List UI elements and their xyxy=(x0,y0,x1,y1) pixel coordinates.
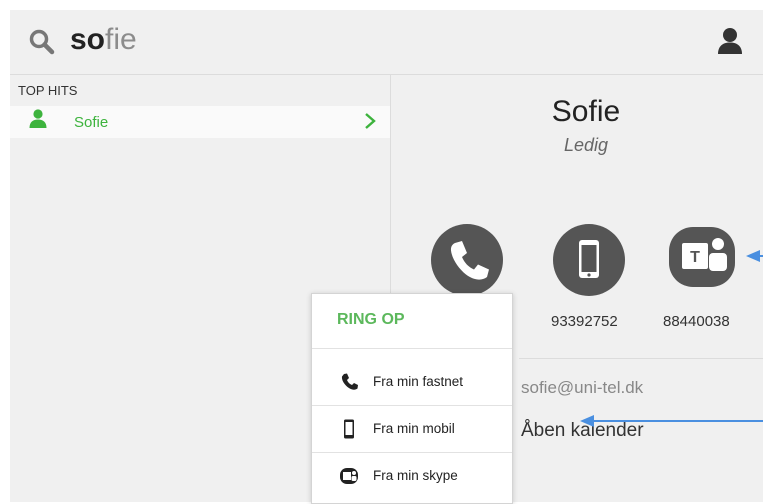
detail-divider xyxy=(519,358,763,359)
person-icon xyxy=(29,109,47,128)
top-hits-label: TOP HITS xyxy=(18,83,78,98)
landline-phone-icon xyxy=(341,373,358,390)
menu-item-label: Fra min fastnet xyxy=(373,374,464,389)
call-options-menu: RING OP Fra min fastnet Fra min mobil Fr… xyxy=(311,293,513,504)
contact-name: Sofie xyxy=(551,95,621,128)
search-input[interactable]: sofie xyxy=(70,23,137,57)
menu-item-label: Fra min mobil xyxy=(373,421,455,436)
call-from-landline-option[interactable]: Fra min fastnet xyxy=(312,359,512,405)
user-profile-icon[interactable] xyxy=(717,27,743,55)
search-icon xyxy=(29,29,55,55)
open-calendar-link[interactable]: Åben kalender xyxy=(521,420,644,442)
mobile-phone-icon xyxy=(579,240,599,278)
contact-status: Ledig xyxy=(563,135,609,155)
teams-number[interactable]: 88440038 xyxy=(663,313,730,330)
hit-name: Sofie xyxy=(74,114,109,131)
phone-icon xyxy=(450,241,489,280)
search-query-typed: so xyxy=(70,23,106,56)
mobile-number[interactable]: 93392752 xyxy=(551,313,618,330)
teams-icon: T xyxy=(669,227,735,287)
call-from-mobile-option[interactable]: Fra min mobil xyxy=(312,406,512,452)
chevron-right-icon xyxy=(365,113,376,129)
call-button[interactable] xyxy=(431,224,503,296)
search-query-suggestion: fie xyxy=(105,23,137,56)
call-menu-title: RING OP xyxy=(337,311,405,328)
skype-icon xyxy=(340,468,358,484)
list-item[interactable]: Sofie xyxy=(10,106,390,138)
menu-item-label: Fra min skype xyxy=(373,468,458,483)
email-link[interactable]: sofie@uni-tel.dk xyxy=(521,378,643,398)
search-bar: sofie xyxy=(10,10,763,75)
svg-text:T: T xyxy=(690,249,700,266)
mobile-call-button[interactable] xyxy=(553,224,625,296)
menu-divider xyxy=(312,348,512,349)
mobile-phone-icon xyxy=(344,419,354,439)
call-from-skype-option[interactable]: Fra min skype xyxy=(312,453,512,499)
teams-call-button[interactable]: T xyxy=(665,221,741,293)
